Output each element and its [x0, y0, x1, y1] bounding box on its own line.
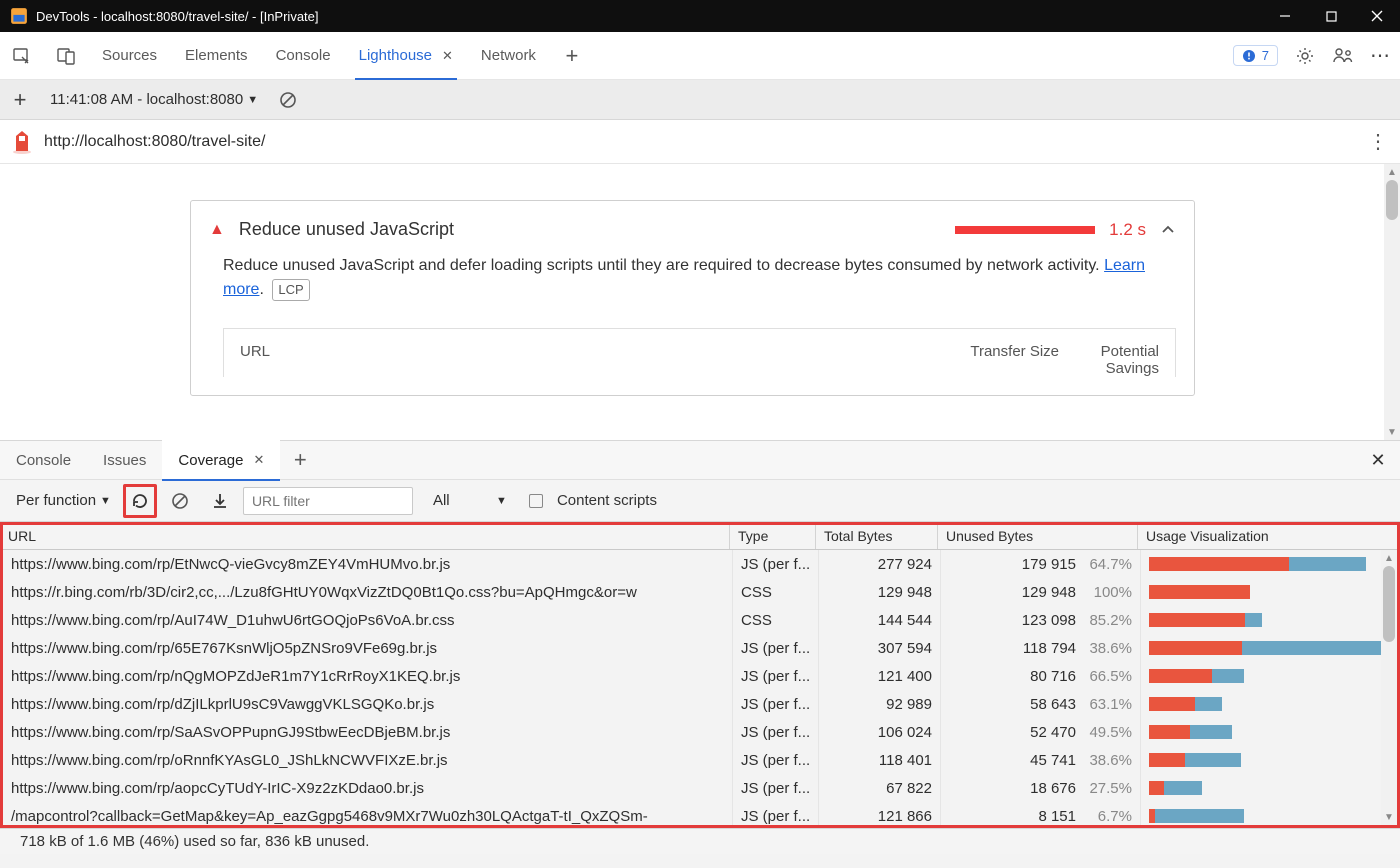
tab-sources[interactable]: Sources [88, 32, 171, 80]
table-row[interactable]: https://www.bing.com/rp/EtNwcQ-vieGvcy8m… [3, 550, 1397, 578]
settings-icon[interactable] [1286, 32, 1324, 80]
type-filter-select[interactable]: All▼ [427, 492, 513, 509]
window-maximize-button[interactable] [1308, 0, 1354, 32]
more-tabs-icon[interactable]: + [550, 32, 594, 80]
table-row[interactable]: https://www.bing.com/rp/nQgMOPZdJeR1m7Y1… [3, 662, 1397, 690]
url-filter-input[interactable] [243, 487, 413, 515]
warning-triangle-icon: ▲ [209, 221, 225, 239]
report-scrollbar[interactable]: ▲ ▼ [1384, 164, 1400, 440]
main-tabbar: Sources Elements Console Lighthouse✕ Net… [0, 32, 1400, 80]
tab-lighthouse[interactable]: Lighthouse✕ [345, 32, 467, 80]
close-icon[interactable]: ✕ [442, 48, 453, 64]
drawer-tab-console[interactable]: Console [0, 440, 87, 480]
scroll-thumb[interactable] [1386, 180, 1398, 220]
table-row[interactable]: https://www.bing.com/rp/oRnnfKYAsGL0_JSh… [3, 746, 1397, 774]
drawer-tabbar: Console Issues Coverage✕ + ✕ [0, 440, 1400, 480]
coverage-mode-select[interactable]: Per function▼ [10, 492, 117, 509]
chevron-up-icon[interactable] [1160, 222, 1176, 238]
account-icon[interactable] [1324, 32, 1362, 80]
window-close-button[interactable] [1354, 0, 1400, 32]
table-row[interactable]: https://www.bing.com/rp/65E767KsnWljO5pZ… [3, 634, 1397, 662]
col-viz[interactable]: Usage Visualization [1138, 522, 1400, 549]
report-menu-icon[interactable]: ⋮ [1356, 129, 1400, 154]
audit-description: Reduce unused JavaScript and defer loadi… [223, 254, 1176, 302]
audit-header[interactable]: ▲ Reduce unused JavaScript 1.2 s [191, 201, 1194, 254]
drawer-close-icon[interactable]: ✕ [1356, 450, 1400, 471]
content-scripts-checkbox[interactable] [529, 494, 543, 508]
window-title: DevTools - localhost:8080/travel-site/ -… [36, 9, 1262, 24]
coverage-toolbar: Per function▼ All▼ Content scripts [0, 480, 1400, 522]
table-row[interactable]: https://www.bing.com/rp/AuI74W_D1uhwU6rt… [3, 606, 1397, 634]
clear-coverage-icon[interactable] [163, 484, 197, 518]
inspect-element-icon[interactable] [0, 32, 44, 80]
table-row[interactable]: https://r.bing.com/rb/3D/cir2,cc,.../Lzu… [3, 578, 1397, 606]
audit-title: Reduce unused JavaScript [239, 219, 955, 240]
lighthouse-logo-icon [0, 129, 44, 155]
lighthouse-url-row: http://localhost:8080/travel-site/ ⋮ [0, 120, 1400, 164]
scroll-down-icon[interactable]: ▼ [1381, 809, 1397, 825]
tab-elements[interactable]: Elements [171, 32, 262, 80]
reload-button[interactable] [123, 484, 157, 518]
coverage-status-bar: 718 kB of 1.6 MB (46%) used so far, 836 … [0, 828, 1400, 854]
issues-counter[interactable]: 7 [1233, 45, 1278, 66]
window-titlebar: DevTools - localhost:8080/travel-site/ -… [0, 0, 1400, 32]
col-type[interactable]: Type [730, 522, 816, 549]
export-icon[interactable] [203, 484, 237, 518]
tab-console[interactable]: Console [262, 32, 345, 80]
new-report-icon[interactable]: + [0, 80, 40, 120]
col-unused[interactable]: Unused Bytes [938, 522, 1138, 549]
content-scripts-label: Content scripts [557, 492, 657, 509]
audit-bar [955, 226, 1095, 234]
table-row[interactable]: /mapcontrol?callback=GetMap&key=Ap_eazGg… [3, 802, 1397, 828]
drawer-more-tabs-icon[interactable]: + [280, 447, 320, 473]
devtools-icon [8, 5, 30, 27]
audit-time: 1.2 s [1109, 220, 1146, 240]
table-row[interactable]: https://www.bing.com/rp/aopcCyTUdY-IrIC-… [3, 774, 1397, 802]
tab-network[interactable]: Network [467, 32, 550, 80]
clear-icon[interactable] [268, 80, 308, 120]
scroll-thumb[interactable] [1383, 566, 1395, 642]
report-selector-toolbar: + 11:41:08 AM - localhost:8080▼ [0, 80, 1400, 120]
col-url[interactable]: URL [0, 522, 730, 549]
scroll-down-icon[interactable]: ▼ [1384, 424, 1400, 440]
lcp-badge: LCP [272, 279, 309, 301]
coverage-table-body: https://www.bing.com/rp/EtNwcQ-vieGvcy8m… [0, 550, 1400, 828]
coverage-table-header: URL Type Total Bytes Unused Bytes Usage … [0, 522, 1400, 550]
report-url: http://localhost:8080/travel-site/ [44, 133, 1356, 151]
audit-table-header: URL Transfer Size Potential Savings [223, 328, 1176, 377]
col-total[interactable]: Total Bytes [816, 522, 938, 549]
window-minimize-button[interactable] [1262, 0, 1308, 32]
close-icon[interactable]: ✕ [253, 452, 264, 468]
table-row[interactable]: https://www.bing.com/rp/SaASvOPPupnGJ9St… [3, 718, 1397, 746]
audit-card: ▲ Reduce unused JavaScript 1.2 s Reduce … [190, 200, 1195, 396]
device-toolbar-icon[interactable] [44, 32, 88, 80]
scroll-up-icon[interactable]: ▲ [1384, 164, 1400, 180]
drawer-tab-coverage[interactable]: Coverage✕ [162, 440, 280, 480]
more-options-icon[interactable]: ⋯ [1362, 32, 1400, 80]
lighthouse-report-pane: ▲Properly size images ▲ Reduce unused Ja… [0, 164, 1400, 440]
coverage-scrollbar[interactable]: ▲ ▼ [1381, 550, 1397, 825]
report-selector[interactable]: 11:41:08 AM - localhost:8080▼ [40, 87, 268, 112]
scroll-up-icon[interactable]: ▲ [1381, 550, 1397, 566]
drawer-tab-issues[interactable]: Issues [87, 440, 162, 480]
table-row[interactable]: https://www.bing.com/rp/dZjILkprlU9sC9Va… [3, 690, 1397, 718]
